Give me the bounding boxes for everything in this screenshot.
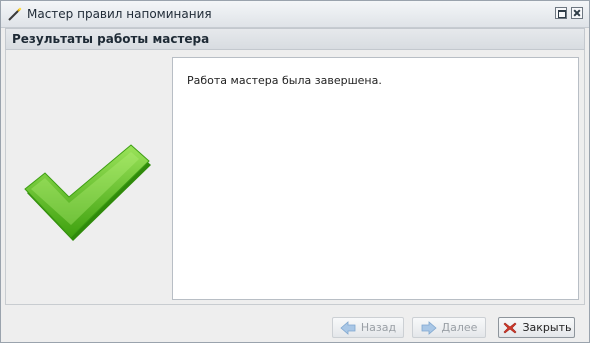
red-x-icon [503, 322, 516, 333]
next-button[interactable]: Далее [412, 317, 486, 338]
close-button[interactable]: Закрыть [498, 317, 575, 338]
wizard-window: Мастер правил напоминания Результаты раб… [0, 0, 590, 343]
close-button-label: Закрыть [522, 321, 572, 334]
completion-message: Работа мастера была завершена. [187, 74, 382, 87]
next-button-label: Далее [441, 321, 478, 334]
arrow-right-icon [421, 320, 437, 335]
maximize-icon[interactable] [555, 7, 567, 19]
button-bar: Назад Далее Закрыть [1, 309, 589, 342]
close-icon[interactable] [571, 7, 583, 19]
title-bar[interactable]: Мастер правил напоминания [1, 1, 589, 28]
arrow-left-icon [340, 320, 356, 335]
back-button-label: Назад [360, 321, 397, 334]
back-button[interactable]: Назад [332, 317, 404, 338]
content-panel: Работа мастера была завершена. [172, 57, 579, 300]
section-header-label: Результаты работы мастера [12, 32, 210, 46]
window-title: Мастер правил напоминания [27, 7, 212, 21]
section-header: Результаты работы мастера [5, 28, 585, 50]
magic-wand-icon [8, 7, 22, 21]
checkmark-icon [24, 144, 151, 241]
